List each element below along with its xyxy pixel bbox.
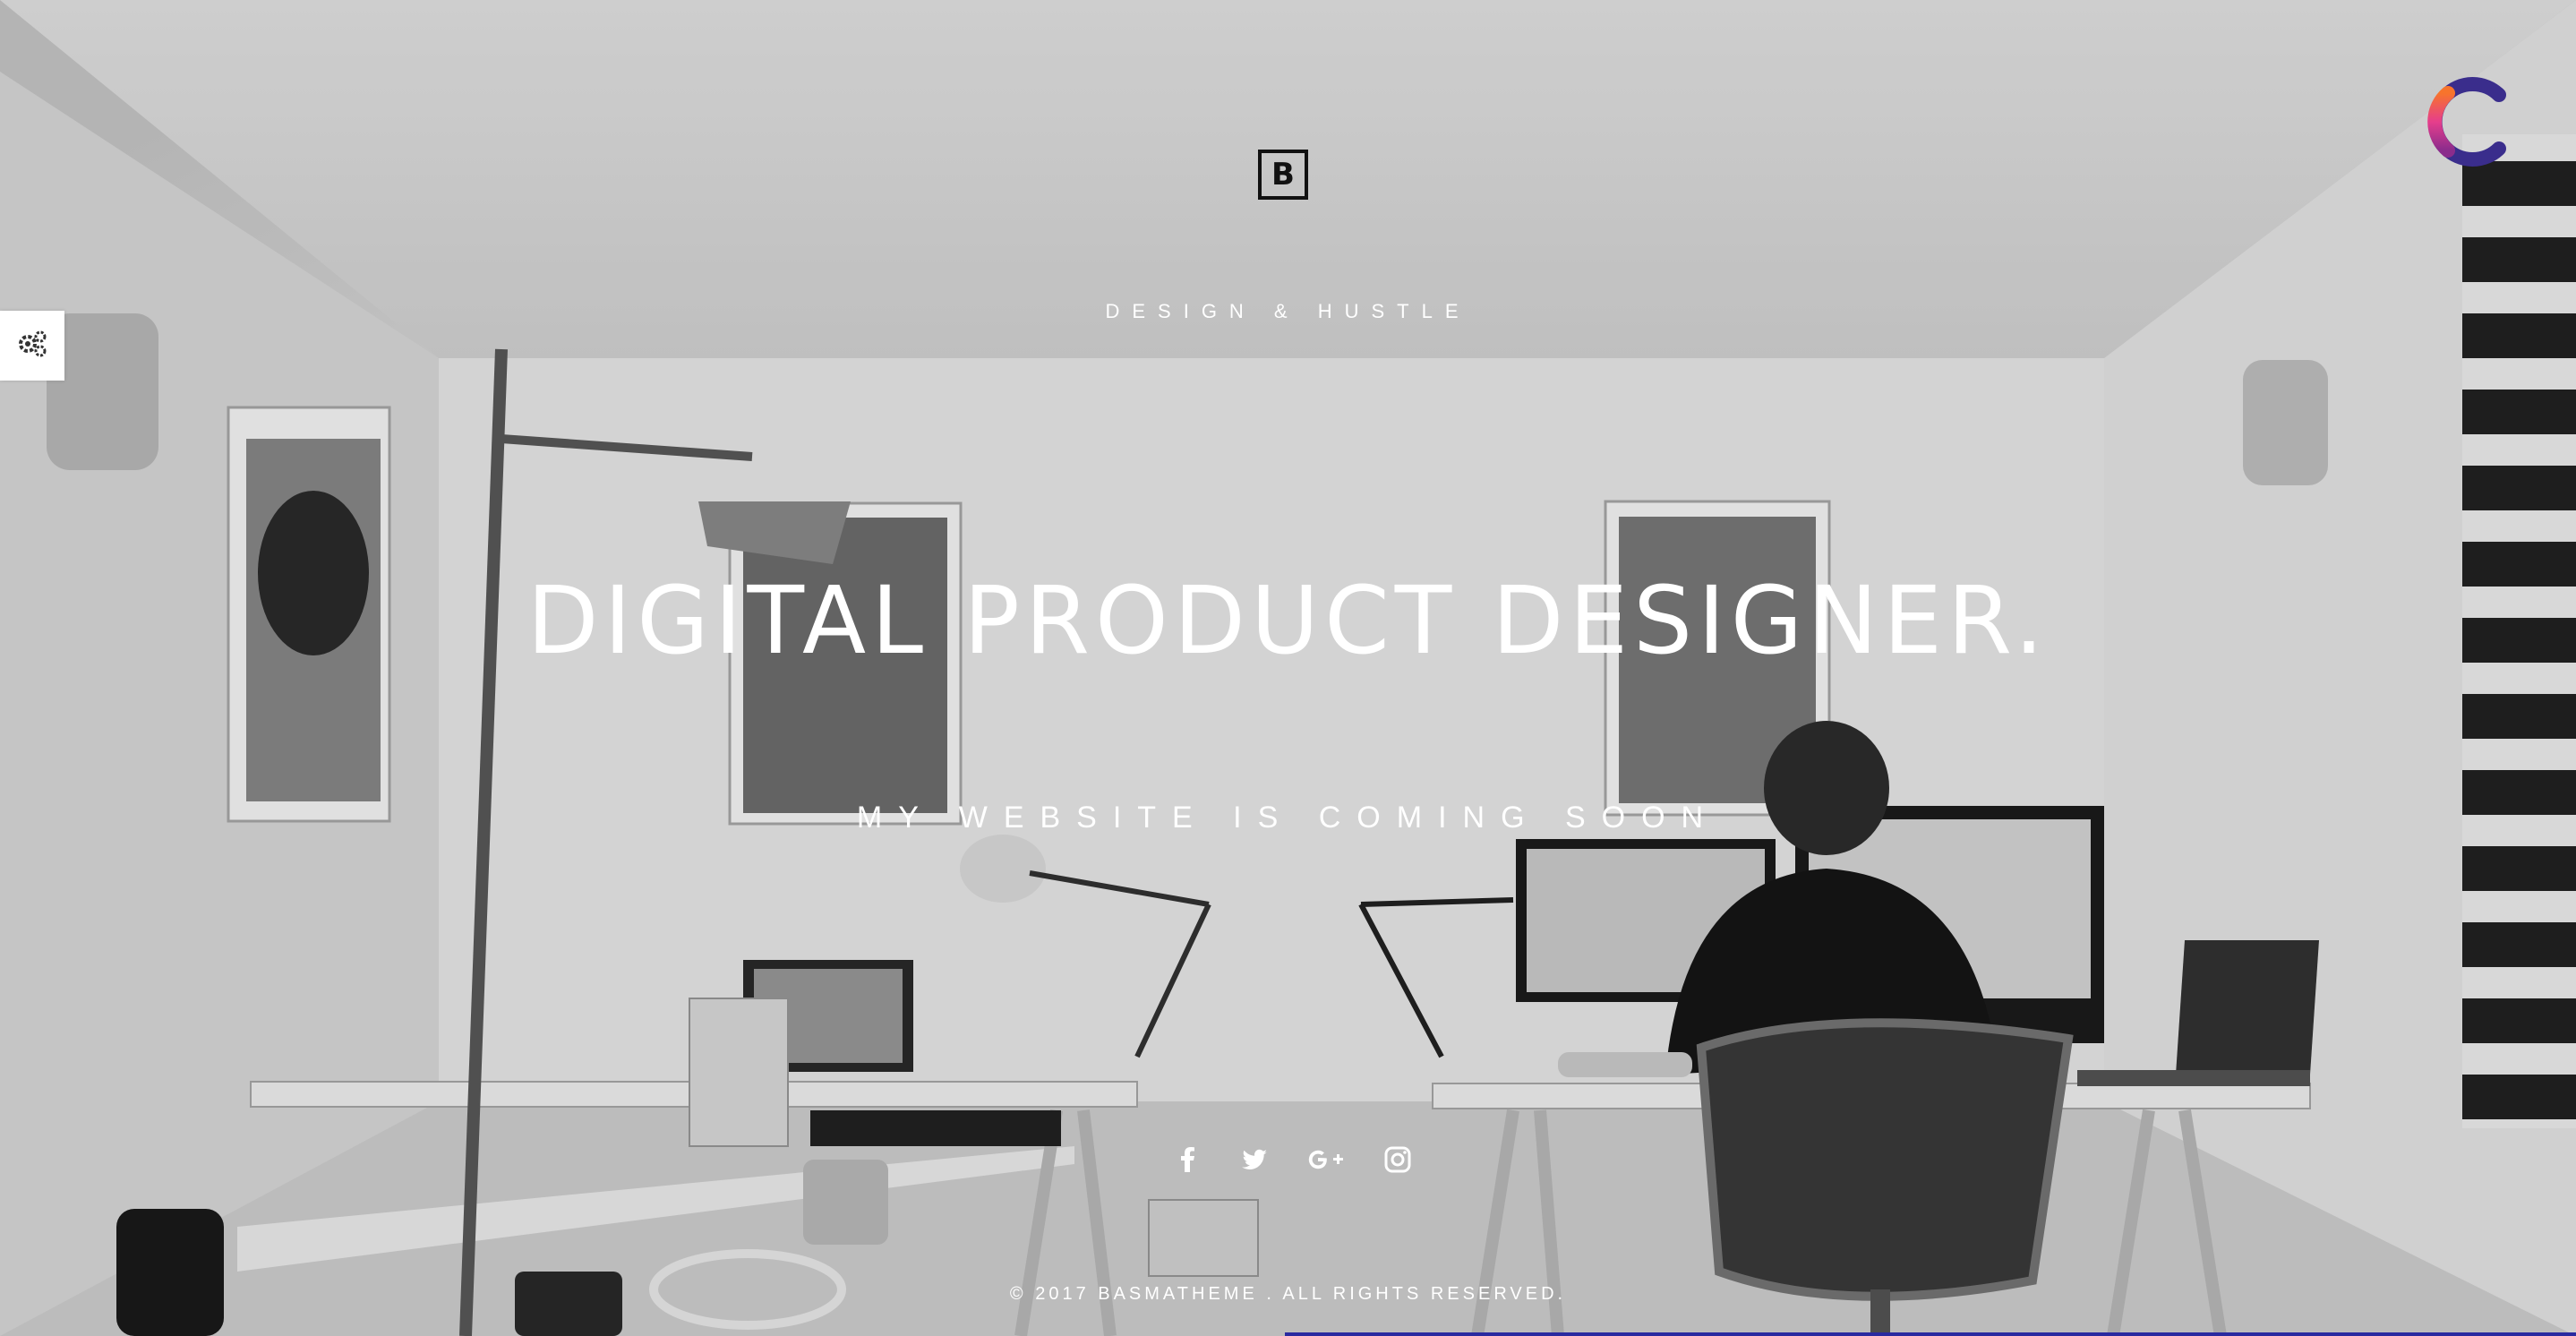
coming-soon-text: MY WEBSITE IS COMING SOON (856, 801, 1720, 835)
bottom-accent-line (1285, 1332, 2576, 1336)
brand-c-logo[interactable] (2414, 68, 2521, 176)
brand-logo[interactable]: B (1258, 150, 1308, 200)
settings-toggle-button[interactable] (0, 311, 64, 381)
social-links (1173, 1144, 1413, 1175)
copyright-text: © 2017 BASMATHEME . ALL RIGHTS RESERVED. (1009, 1284, 1567, 1304)
facebook-icon[interactable] (1173, 1144, 1203, 1175)
instagram-icon[interactable] (1382, 1144, 1413, 1175)
page-headline: DIGITAL PRODUCT DESIGNER. (526, 566, 2050, 675)
google-plus-icon[interactable] (1305, 1144, 1347, 1175)
tagline: DESIGN & HUSTLE (1105, 300, 1471, 322)
gears-icon (14, 326, 50, 366)
hero-section: B DESIGN & HUSTLE DIGITAL PRODUCT DESIGN… (0, 0, 2576, 1336)
twitter-icon[interactable] (1239, 1144, 1270, 1175)
